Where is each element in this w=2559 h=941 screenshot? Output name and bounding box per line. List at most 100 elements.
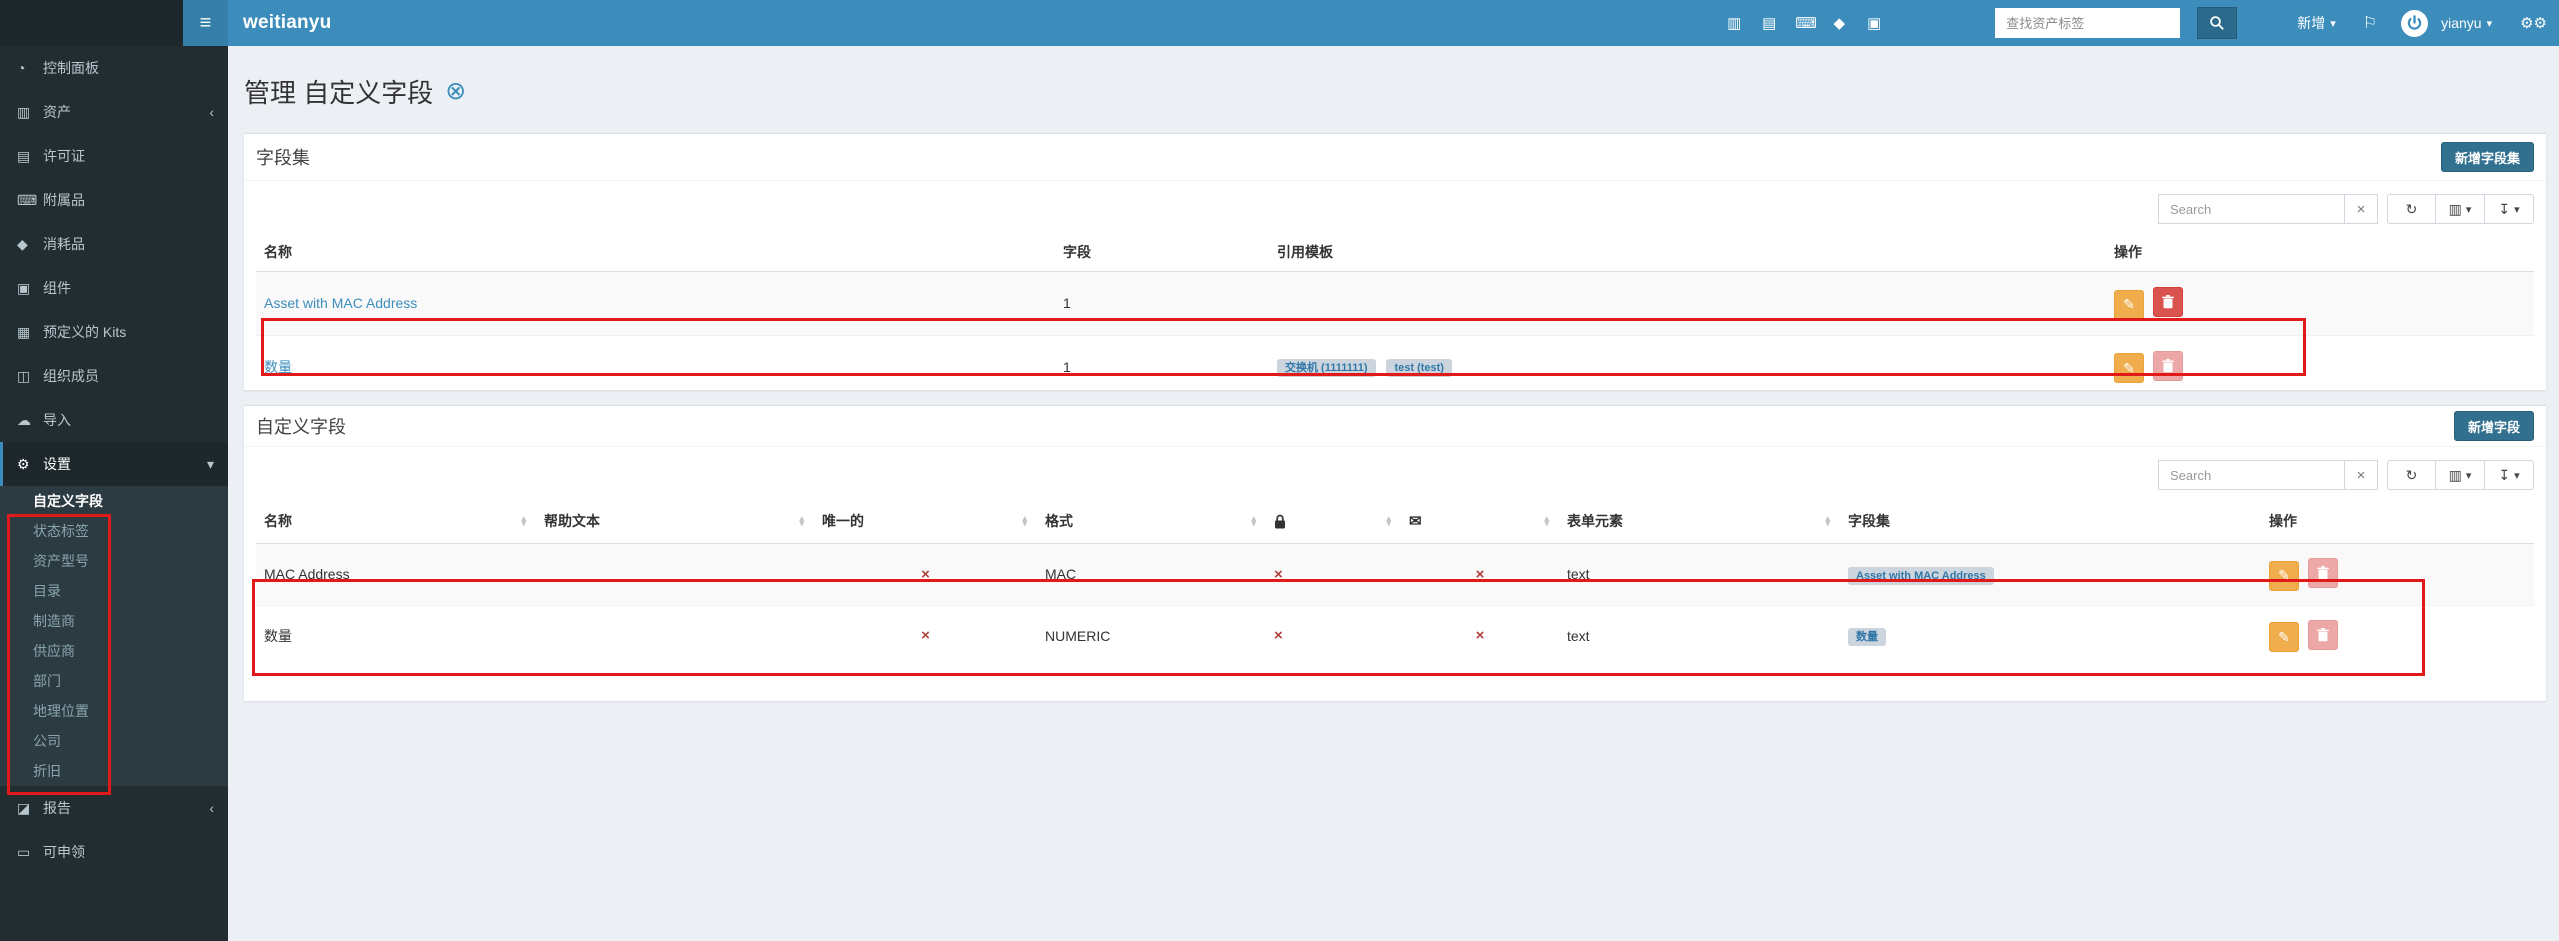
- clear-search-button[interactable]: ×: [2345, 460, 2378, 490]
- admin-gears-icon[interactable]: ⚙⚙: [2520, 14, 2547, 32]
- table-row: 数量 1 交换机 (1111111) test (test) ✎: [256, 335, 2534, 398]
- help-circle-x-icon[interactable]: ⊗: [445, 79, 466, 104]
- actions-cell: ✎: [2106, 272, 2534, 336]
- model-tag[interactable]: 交换机 (1111111): [1277, 359, 1376, 377]
- save-icon: ▤: [17, 148, 43, 165]
- column-header-fields[interactable]: 字段: [1055, 233, 1269, 272]
- sidebar-item-licenses[interactable]: ▤ 许可证: [0, 134, 228, 178]
- chevron-down-icon: ▾: [2514, 469, 2520, 482]
- sidebar-item-components[interactable]: ▣ 组件: [0, 266, 228, 310]
- chevron-down-icon: ▾: [2466, 203, 2472, 216]
- column-header-fieldset[interactable]: 字段集: [1840, 499, 2261, 544]
- export-button[interactable]: ↧▾: [2485, 194, 2534, 224]
- logout-power-button[interactable]: [2401, 10, 2428, 37]
- sidebar-item-assets[interactable]: ▥ 资产 ‹: [0, 90, 228, 134]
- user-menu-dropdown[interactable]: yianyu ▾: [2441, 15, 2492, 31]
- sidebar-item-dashboard[interactable]: ◔ 控制面板: [0, 46, 228, 90]
- fieldset-tag[interactable]: 数量: [1848, 628, 1886, 646]
- submenu-item-companies[interactable]: 公司: [0, 726, 228, 756]
- column-header-encrypted[interactable]: ▴▾: [1266, 499, 1401, 544]
- format-cell: NUMERIC: [1037, 605, 1266, 666]
- column-header-email[interactable]: ✉▴▾: [1401, 499, 1559, 544]
- fieldset-tag[interactable]: Asset with MAC Address: [1848, 567, 1994, 585]
- sidebar-toggle-button[interactable]: ≡: [183, 0, 228, 46]
- column-header-help[interactable]: 帮助文本▴▾: [536, 499, 814, 544]
- main-content: 管理 自定义字段 ⊗ 字段集 新增字段集 × ↻ ▥▾ ↧▾: [228, 46, 2559, 941]
- submenu-item-suppliers[interactable]: 供应商: [0, 636, 228, 666]
- fields-search-input[interactable]: [2158, 460, 2345, 490]
- download-icon: ↧: [2498, 201, 2510, 218]
- barcode-assets-icon[interactable]: ▥: [1725, 14, 1743, 32]
- edit-button[interactable]: ✎: [2269, 622, 2299, 652]
- sidebar-item-import[interactable]: ☁ 导入: [0, 398, 228, 442]
- custom-fields-table: 名称▴▾ 帮助文本▴▾ 唯一的▴▾ 格式▴▾ ▴▾ ✉▴▾ 表单元素▴▾ 字段集…: [256, 499, 2534, 666]
- columns-button[interactable]: ▥▾: [2436, 194, 2485, 224]
- refresh-button[interactable]: ↻: [2387, 460, 2436, 490]
- sidebar-item-label: 导入: [43, 410, 71, 430]
- submenu-item-categories[interactable]: 目录: [0, 576, 228, 606]
- sort-carets-icon: ▴▾: [799, 516, 806, 526]
- column-header-actions: 操作: [2261, 499, 2534, 544]
- save-licenses-icon[interactable]: ▤: [1760, 14, 1778, 32]
- actions-cell: ✎: [2261, 605, 2534, 666]
- column-header-name[interactable]: 名称: [256, 233, 1055, 272]
- model-tag[interactable]: test (test): [1386, 359, 1452, 377]
- submenu-item-asset-models[interactable]: 资产型号: [0, 546, 228, 576]
- sidebar: ◔ 控制面板 ▥ 资产 ‹ ▤ 许可证 ⌨ 附属品 ◆ 消耗品 ▣ 组件 ▦ 预…: [0, 46, 228, 941]
- submenu-item-manufacturers[interactable]: 制造商: [0, 606, 228, 636]
- delete-button[interactable]: [2153, 287, 2183, 317]
- help-text-cell: [536, 544, 814, 606]
- asset-tag-search-button[interactable]: [2197, 7, 2237, 39]
- fieldsets-table-tools: ↻ ▥▾ ↧▾: [2387, 194, 2534, 224]
- brand-title[interactable]: weitianyu: [243, 12, 331, 34]
- sidebar-item-kits[interactable]: ▦ 预定义的 Kits: [0, 310, 228, 354]
- submenu-item-departments[interactable]: 部门: [0, 666, 228, 696]
- top-navbar: ≡ weitianyu ▥ ▤ ⌨ ◆ ▣ 新增 ▾ ⚐ yianyu ▾ ⚙⚙: [0, 0, 2559, 46]
- column-header-element[interactable]: 表单元素▴▾: [1559, 499, 1840, 544]
- add-fieldset-button[interactable]: 新增字段集: [2441, 142, 2534, 172]
- submenu-label: 资产型号: [33, 551, 89, 571]
- export-button[interactable]: ↧▾: [2485, 460, 2534, 490]
- delete-button-disabled[interactable]: [2153, 351, 2183, 381]
- sidebar-item-people[interactable]: ◫ 组织成员: [0, 354, 228, 398]
- submenu-item-depreciation[interactable]: 折旧: [0, 756, 228, 786]
- column-header-name[interactable]: 名称▴▾: [256, 499, 536, 544]
- fieldset-link[interactable]: Asset with MAC Address: [264, 295, 417, 311]
- fields-toolbar: × ↻ ▥▾ ↧▾: [256, 460, 2534, 490]
- columns-button[interactable]: ▥▾: [2436, 460, 2485, 490]
- refresh-button[interactable]: ↻: [2387, 194, 2436, 224]
- fieldsets-search-input[interactable]: [2158, 194, 2345, 224]
- submenu-label: 制造商: [33, 611, 75, 631]
- create-new-dropdown[interactable]: 新增 ▾: [2297, 13, 2336, 33]
- column-header-models[interactable]: 引用模板: [1269, 233, 2106, 272]
- sidebar-item-accessories[interactable]: ⌨ 附属品: [0, 178, 228, 222]
- clear-search-button[interactable]: ×: [2345, 194, 2378, 224]
- pencil-icon: ✎: [2123, 360, 2135, 377]
- column-header-unique[interactable]: 唯一的▴▾: [814, 499, 1037, 544]
- edit-button[interactable]: ✎: [2269, 561, 2299, 591]
- edit-button[interactable]: ✎: [2114, 290, 2144, 320]
- hdd-components-icon[interactable]: ▣: [1865, 14, 1883, 32]
- submenu-item-locations[interactable]: 地理位置: [0, 696, 228, 726]
- sidebar-item-consumables[interactable]: ◆ 消耗品: [0, 222, 228, 266]
- column-header-format[interactable]: 格式▴▾: [1037, 499, 1266, 544]
- edit-button[interactable]: ✎: [2114, 353, 2144, 383]
- keyboard-accessories-icon[interactable]: ⌨: [1795, 14, 1813, 32]
- delete-button-disabled[interactable]: [2308, 620, 2338, 650]
- chevron-left-icon: ‹: [209, 104, 214, 120]
- fieldset-link[interactable]: 数量: [264, 359, 292, 375]
- sidebar-item-label: 预定义的 Kits: [43, 322, 126, 342]
- add-field-button[interactable]: 新增字段: [2454, 411, 2534, 441]
- submenu-item-custom-fields[interactable]: 自定义字段: [0, 486, 228, 516]
- droplet-consumables-icon[interactable]: ◆: [1830, 14, 1848, 32]
- page-title: 管理 自定义字段 ⊗: [244, 73, 466, 110]
- fields-search-group: ×: [2158, 460, 2378, 490]
- chevron-down-icon: ▾: [2466, 469, 2472, 482]
- sidebar-item-reports[interactable]: ◪ 报告 ‹: [0, 786, 228, 830]
- asset-tag-search-input[interactable]: [1995, 8, 2180, 38]
- sidebar-item-settings[interactable]: ⚙ 设置 ▾: [0, 442, 228, 486]
- sidebar-item-requestable[interactable]: ▭ 可申领: [0, 830, 228, 874]
- flag-icon[interactable]: ⚐: [2363, 13, 2377, 33]
- submenu-item-status-labels[interactable]: 状态标签: [0, 516, 228, 546]
- delete-button-disabled[interactable]: [2308, 558, 2338, 588]
